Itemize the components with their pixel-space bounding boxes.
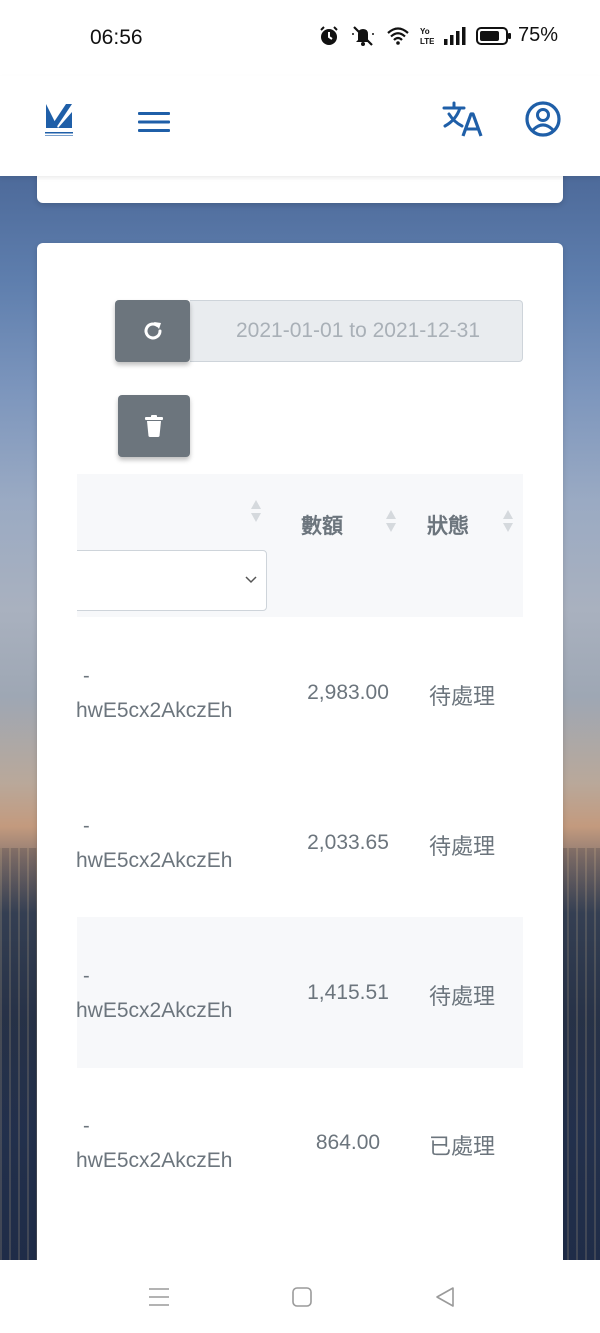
logo[interactable] (44, 102, 74, 138)
status-cell: 已處理 (429, 1134, 496, 1159)
transaction-id: hwE5cx2AkczEh (77, 999, 233, 1022)
status-time: 06:56 (90, 26, 143, 49)
status-icons: Yo LTE 75% (318, 24, 558, 47)
system-nav-bar (0, 1260, 600, 1333)
wifi-icon (387, 26, 409, 45)
trash-icon (145, 415, 163, 437)
transactions-card: 2021-01-01 to 2021-12-31 數額 狀態 - hwE5cx2… (37, 243, 563, 1283)
signal-icon (443, 26, 466, 45)
home-icon[interactable] (291, 1286, 313, 1308)
delete-button[interactable] (118, 395, 190, 457)
status-bar: 06:56 Yo LTE 75% (0, 0, 600, 76)
date-range-input[interactable]: 2021-01-01 to 2021-12-31 (190, 300, 523, 362)
sort-icon[interactable] (249, 498, 263, 524)
battery-percent: 75% (517, 24, 558, 46)
battery-icon (475, 26, 511, 45)
table-header: 數額 狀態 (77, 474, 523, 617)
transactions-table: 數額 狀態 - hwE5cx2AkczEh 2,983.00 待處理 - hwE… (77, 474, 523, 1283)
transaction-id: hwE5cx2AkczEh (77, 849, 233, 872)
table-row[interactable]: - hwE5cx2AkczEh 1,415.51 待處理 (77, 917, 523, 1068)
sort-icon[interactable] (384, 508, 398, 534)
id-prefix: - (83, 665, 90, 687)
menu-icon[interactable] (136, 108, 172, 136)
table-row[interactable]: - hwE5cx2AkczEh 864.00 已處理 (77, 1067, 523, 1218)
translate-icon[interactable] (442, 100, 484, 138)
id-prefix: - (83, 815, 90, 837)
mute-icon (351, 25, 374, 46)
alarm-icon (320, 25, 338, 45)
chevron-down-icon (245, 576, 257, 584)
account-icon[interactable] (524, 100, 562, 138)
svg-text:Yo: Yo (420, 27, 430, 36)
id-prefix: - (83, 1115, 90, 1137)
app-header (0, 76, 600, 176)
recent-apps-icon[interactable] (148, 1287, 170, 1307)
table-row[interactable]: - hwE5cx2AkczEh 2,983.00 待處理 (77, 617, 523, 768)
amount-cell: 2,033.65 (307, 831, 389, 854)
transaction-id: hwE5cx2AkczEh (77, 1149, 233, 1172)
amount-cell: 1,415.51 (307, 981, 389, 1004)
status-cell: 待處理 (429, 834, 496, 859)
svg-text:LTE: LTE (420, 37, 434, 46)
amount-cell: 864.00 (315, 1131, 381, 1154)
column-header-status[interactable]: 狀態 (427, 510, 469, 540)
amount-cell: 2,983.00 (307, 681, 389, 704)
filter-select[interactable] (77, 550, 267, 611)
table-row[interactable]: - hwE5cx2AkczEh 2,033.65 待處理 (77, 767, 523, 918)
sort-icon[interactable] (501, 508, 515, 534)
status-cell: 待處理 (429, 984, 496, 1009)
column-header-amount[interactable]: 數額 (301, 510, 343, 540)
refresh-button[interactable] (115, 300, 190, 362)
back-icon[interactable] (434, 1285, 456, 1309)
transaction-id: hwE5cx2AkczEh (77, 699, 233, 722)
refresh-icon (144, 322, 161, 340)
volte-icon: Yo LTE (420, 27, 434, 46)
id-prefix: - (83, 965, 90, 987)
status-cell: 待處理 (429, 684, 496, 709)
